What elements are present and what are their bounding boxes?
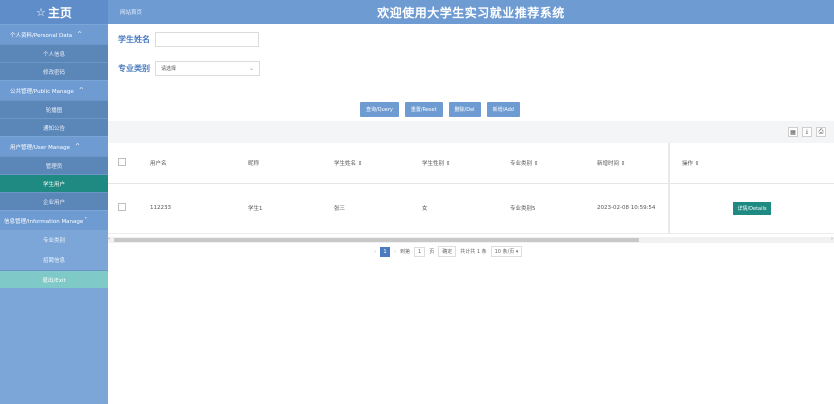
chevron-up-icon: ^ [78,87,84,94]
goto-label: 到第 [400,249,411,255]
major-category-label: 专业类别 [118,64,150,73]
category-filter-row: 专业类别 请选择 ⌄ [118,61,260,76]
page-size-select[interactable]: 10 条/页 ▾ [490,246,523,257]
student-name-label: 学生姓名 [118,35,150,44]
page-unit: 页 [429,249,435,255]
sidebar-item-exit[interactable]: 退出/Exit [0,270,108,288]
sidebar-item-carousel[interactable]: 轮播图 [0,100,108,118]
cell-nickname: 学生1 [236,183,322,234]
sidebar-item-change-password[interactable]: 修改密码 [0,62,108,80]
name-filter-row: 学生姓名 [118,32,259,47]
home-icon: ☆ [36,5,46,19]
chevron-down-icon: ˅ [84,217,88,224]
horizontal-scrollbar[interactable]: ‹ › [108,236,834,243]
total-count: 共计共 1 条 [460,249,487,255]
main-content: 学生姓名 专业类别 请选择 ⌄ 查询/Query 重置/Reset 删除/Del… [108,24,834,404]
select-all-checkbox[interactable] [118,157,126,166]
sidebar: ☆ 主页 个人资料/Personal Data ^ 个人信息 修改密码 公共管理… [0,0,108,404]
sidebar-group-personal[interactable]: 个人资料/Personal Data ^ [0,25,108,44]
page-title: 欢迎使用大学生实习就业推荐系统 [377,6,565,20]
scroll-left-icon[interactable]: ‹ [108,236,110,242]
confirm-button[interactable]: 确定 [438,246,457,257]
student-users-table: 用户名 昵称 学生姓名 ⇕ 学生性别 ⇕ 专业类别 ⇕ 新增时间 ⇕ 操作 ⇕ … [108,143,834,234]
chevron-down-icon: ⌄ [248,65,254,72]
col-major-category[interactable]: 专业类别 ⇕ [498,143,585,184]
cell-created-time: 2023-02-08 10:59:54 [585,183,669,234]
table-row: 112233 学生1 张三 女 专业类别5 2023-02-08 10:59:5… [108,183,834,234]
chevron-up-icon: ^ [77,31,83,38]
page-number[interactable]: 1 [380,246,390,257]
sidebar-group-public[interactable]: 公共管理/Public Manage ^ [0,81,108,100]
sidebar-item-student-users[interactable]: 学生用户 [0,174,108,192]
col-student-name[interactable]: 学生姓名 ⇕ [322,143,410,184]
chevron-up-icon: ^ [75,143,81,150]
col-created-time[interactable]: 新增时间 ⇕ [585,143,669,184]
sidebar-group-information[interactable]: 信息管理/Information Manage ˅ [0,211,108,230]
details-button[interactable]: 详情/Details [733,201,771,215]
top-header: 网站首页 欢迎使用大学生实习就业推荐系统 [108,0,834,24]
sidebar-group-user[interactable]: 用户管理/User Manage ^ [0,137,108,156]
export-icon[interactable]: ⤓ [802,127,812,137]
cell-gender: 女 [410,183,498,234]
delete-button[interactable]: 删除/Del [448,102,481,117]
cell-student-name: 张三 [322,183,410,234]
query-button[interactable]: 查询/Query [360,102,399,117]
col-gender[interactable]: 学生性别 ⇕ [410,143,498,184]
major-category-select[interactable]: 请选择 ⌄ [155,61,260,76]
col-username: 用户名 [138,143,236,184]
col-actions[interactable]: 操作 ⇕ [668,143,834,184]
sidebar-item-recruitment[interactable]: 招聘信息 [0,250,108,270]
goto-page-input[interactable]: 1 [414,246,426,257]
table-toolbar: ▦ ⤓ ⎙ [108,121,834,143]
col-nickname: 昵称 [236,143,322,184]
sidebar-item-major-category[interactable]: 专业类别 [0,230,108,250]
add-button[interactable]: 新增/Add [486,102,520,117]
row-checkbox[interactable] [118,203,126,211]
sidebar-item-admin[interactable]: 管理员 [0,156,108,174]
scroll-right-icon[interactable]: › [831,236,833,242]
cell-username: 112233 [138,183,236,234]
cell-major-category: 专业类别5 [498,183,585,234]
action-buttons: 查询/Query 重置/Reset 删除/Del 新增/Add [360,102,520,117]
print-icon[interactable]: ⎙ [816,127,826,137]
prev-page-icon[interactable]: ‹ [374,249,376,255]
home-label: 主页 [47,5,72,20]
next-page-icon[interactable]: › [394,249,396,255]
sidebar-item-personal-info[interactable]: 个人信息 [0,44,108,62]
student-name-input[interactable] [155,32,259,47]
sidebar-item-notices[interactable]: 通知公告 [0,118,108,136]
table-header-row: 用户名 昵称 学生姓名 ⇕ 学生性别 ⇕ 专业类别 ⇕ 新增时间 ⇕ 操作 ⇕ [108,143,834,184]
scrollbar-thumb[interactable] [114,238,639,242]
home-link[interactable]: ☆ 主页 [0,0,108,24]
sidebar-item-company-users[interactable]: 企业用户 [0,192,108,210]
reset-button[interactable]: 重置/Reset [404,102,443,117]
pagination: ‹ 1 › 到第 1 页 确定 共计共 1 条 10 条/页 ▾ [374,246,523,257]
columns-icon[interactable]: ▦ [788,127,798,137]
